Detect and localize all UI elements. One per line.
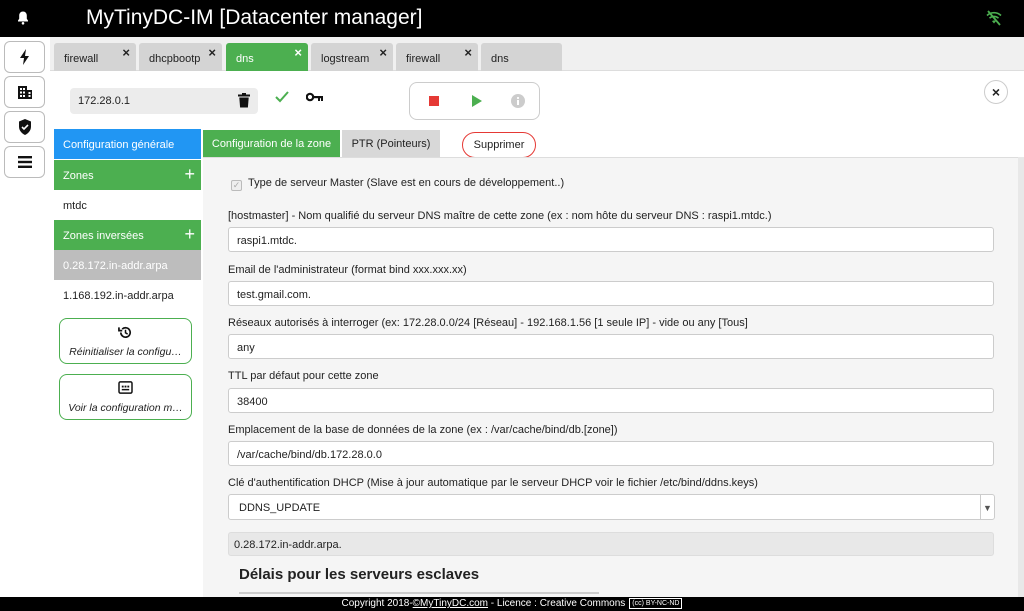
reverse-zones-header-label: Zones inversées [63,230,144,242]
tab-label: logstream [321,53,370,65]
rail-power-button[interactable] [4,41,45,73]
reset-config-label: Réinitialiser la configu… [69,346,182,358]
zone-item-mtdc[interactable]: mtdc [54,190,201,220]
tab-label: dhcpbootp [149,53,201,65]
tab-firewall-2[interactable]: firewall × [396,43,478,71]
footer-license: - Licence : Creative Commons [488,598,626,609]
networks-label: Réseaux autorisés à interroger (ex: 172.… [228,317,748,329]
tab-label: dns [236,53,254,65]
left-rail [0,37,50,597]
bell-icon[interactable] [15,10,31,26]
info-icon[interactable] [511,94,525,108]
close-panel-button[interactable]: × [984,80,1008,104]
tab-close-icon[interactable]: × [294,45,302,60]
email-value: test.gmail.com. [237,289,311,301]
tab-ptr[interactable]: PTR (Pointeurs) [342,130,440,157]
bolt-icon [19,49,29,65]
tab-dhcpbootp[interactable]: dhcpbootp × [139,43,222,71]
key-icon[interactable] [306,92,324,102]
general-config-item[interactable]: Configuration générale [54,129,201,159]
wifi-off-icon[interactable] [985,9,1003,27]
tab-close-icon[interactable]: × [208,45,216,60]
building-icon [17,86,32,99]
db-path-value: /var/cache/bind/db.172.28.0.0 [237,449,382,461]
dhcp-key-label: Clé d'authentification DHCP (Mise à jour… [228,477,758,489]
tab-close-icon[interactable]: × [464,45,472,60]
clipped-text-line [239,590,599,597]
hostmaster-value: raspi1.mtdc. [237,235,297,247]
email-field[interactable]: test.gmail.com. [228,281,994,306]
general-config-label: Configuration générale [63,139,175,151]
rail-datacenter-button[interactable] [4,76,45,108]
add-reverse-zone-icon[interactable]: + [184,225,195,243]
reset-config-button[interactable]: Réinitialiser la configu… [59,318,192,364]
form-scrollbar[interactable] [1018,157,1024,597]
networks-field[interactable]: any [228,334,994,359]
view-config-button[interactable]: Voir la configuration m… [59,374,192,420]
host-selector[interactable]: 172.28.0.1 [70,88,258,114]
menu-icon [17,156,32,168]
ttl-field[interactable]: 38400 [228,388,994,413]
zone-name-value: 0.28.172.in-addr.arpa. [234,539,342,551]
zone-name-field: 0.28.172.in-addr.arpa. [228,532,994,556]
reverse-zone-item[interactable]: 1.168.192.in-addr.arpa [54,280,201,310]
delete-zone-button[interactable]: Supprimer [462,132,536,158]
host-value: 172.28.0.1 [78,95,130,107]
master-server-row: ✓ Type de serveur Master (Slave est en co… [231,177,564,191]
tab-firewall[interactable]: firewall × [54,43,136,71]
tab-dns[interactable]: dns × [226,43,308,71]
ttl-label: TTL par défaut pour cette zone [228,370,379,382]
history-icon [118,326,131,338]
code-file-icon [118,381,133,394]
slaves-heading: Délais pour les serveurs esclaves [239,566,480,583]
tab-label: firewall [64,53,99,65]
footer-prefix: Copyright 2018- [341,598,413,609]
email-label: Email de l'administrateur (format bind x… [228,264,467,276]
trash-icon[interactable] [238,93,250,108]
ttl-value: 38400 [237,396,268,408]
add-zone-icon[interactable]: + [184,165,195,183]
tab-label: dns [491,53,509,65]
reverse-zone-label: 0.28.172.in-addr.arpa [63,260,168,272]
check-icon[interactable] [275,91,289,103]
reverse-zone-label: 1.168.192.in-addr.arpa [63,290,174,302]
chevron-down-icon: ▼ [980,495,994,520]
top-bar: MyTinyDC-IM [Datacenter manager] [0,0,1024,37]
cc-license-badge[interactable]: (cc) BY-NC-ND [629,598,683,609]
tab-label: firewall [406,53,441,65]
tab-zone-config[interactable]: Configuration de la zone [203,130,340,157]
tab-logstream[interactable]: logstream × [311,43,393,71]
zones-header: Zones + [54,160,201,190]
shield-check-icon [18,119,31,135]
play-icon[interactable] [472,95,482,107]
zone-sidebar: Configuration générale Zones + mtdc Zone… [54,129,201,420]
networks-value: any [237,342,255,354]
master-checkbox[interactable]: ✓ [231,180,242,191]
tab-close-icon[interactable]: × [379,45,387,60]
dhcp-key-select[interactable]: DDNS_UPDATE ▼ [228,494,995,520]
reverse-zone-item-selected[interactable]: 0.28.172.in-addr.arpa [54,250,201,280]
hostmaster-label: [hostmaster] - Nom qualifié du serveur D… [228,210,772,222]
tab-close-icon[interactable]: × [122,45,130,60]
hostmaster-field[interactable]: raspi1.mtdc. [228,227,994,252]
rail-menu-button[interactable] [4,146,45,178]
service-controls [409,82,540,120]
zone-form: ✓ Type de serveur Master (Slave est en co… [203,157,1018,597]
rail-security-button[interactable] [4,111,45,143]
db-path-label: Emplacement de la base de données de la … [228,424,618,436]
tab-strip: firewall × dhcpbootp × dns × logstream ×… [50,37,1024,71]
tab-dns-2[interactable]: dns [481,43,562,71]
footer-site-link[interactable]: ©MyTinyDC.com [413,598,488,609]
stop-icon[interactable] [429,96,439,106]
dhcp-key-value: DDNS_UPDATE [239,502,321,514]
zone-label: mtdc [63,200,87,212]
db-path-field[interactable]: /var/cache/bind/db.172.28.0.0 [228,441,994,466]
zones-header-label: Zones [63,170,94,182]
app-title: MyTinyDC-IM [Datacenter manager] [86,6,423,29]
view-config-label: Voir la configuration m… [68,402,183,414]
reverse-zones-header: Zones inversées + [54,220,201,250]
master-checkbox-label: Type de serveur Master (Slave est en cou… [248,177,565,189]
footer: Copyright 2018-©MyTinyDC.com - Licence :… [0,597,1024,611]
